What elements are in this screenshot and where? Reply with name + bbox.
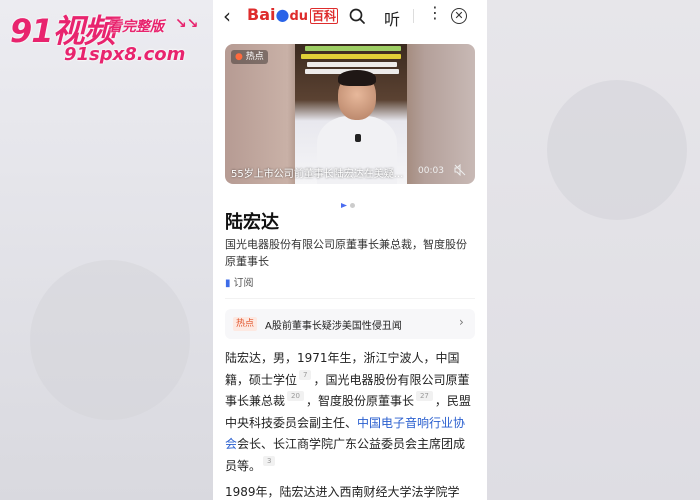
video-player[interactable]: ● 热点 55岁上市公司前董事长陆宏达在美疑... 00:03 (225, 44, 475, 184)
subscribe-label: 订阅 (233, 278, 254, 289)
logo-du: du (289, 9, 309, 24)
watermark-url: 91spx8.com (64, 44, 186, 65)
close-icon[interactable]: ✕ (451, 8, 467, 24)
fire-icon: ● (235, 52, 243, 62)
chevron-right-icon: › (459, 315, 464, 329)
search-icon[interactable] (349, 8, 365, 24)
carousel-dot[interactable] (350, 203, 355, 208)
background-blob (30, 260, 190, 420)
carousel-dot-active[interactable] (341, 203, 347, 208)
video-microphone (355, 134, 361, 142)
reference-marker[interactable]: 3 (263, 455, 276, 466)
video-person-hair (338, 70, 376, 86)
video-hot-tag: ● 热点 (231, 50, 268, 64)
carousel-dots[interactable] (341, 193, 358, 212)
back-icon[interactable]: ‹ (223, 6, 231, 26)
watermark-arrows-icon: ↘↘ (175, 16, 199, 32)
baike-page: ‹ Bai●du 百科 听 ⋮ ✕ ● 热点 55岁上市公司前董事长陆宏达在美疑.… (213, 0, 487, 500)
hot-news-text: A股前董事长疑涉美国性侵丑闻 (265, 321, 402, 332)
listen-button[interactable]: 听 (384, 6, 400, 30)
summary-text: 会长、长江商学院广东公益委员会主席团成员等。 (225, 437, 466, 473)
background-right (487, 0, 700, 500)
background-left (0, 0, 213, 500)
summary-text: ，智度股份原董事长 (305, 394, 414, 408)
mute-icon[interactable] (454, 163, 466, 179)
watermark-tag: 看完整版 (108, 19, 164, 35)
top-bar: ‹ Bai●du 百科 听 ⋮ ✕ (213, 0, 487, 34)
summary-paragraph: 陆宏达，男，1971年生，浙江宁波人，中国籍，硕士学位 7 ，国光电器股份有限公司原… (225, 348, 477, 477)
reference-marker[interactable]: 27 (415, 391, 433, 401)
baidu-baike-logo[interactable]: Bai●du 百科 (247, 5, 339, 24)
hot-news-bar[interactable]: 热点 A股前董事长疑涉美国性侵丑闻 › (225, 309, 475, 339)
video-time: 00:03 (418, 166, 444, 176)
bookmark-icon: ▮ (225, 278, 231, 289)
toolbar-divider (413, 9, 414, 23)
video-caption-line (305, 46, 401, 51)
video-caption-line (301, 54, 401, 59)
biography-paragraph: 1989年，陆宏达进入西南财经大学法学院学 (225, 485, 460, 499)
video-caption-line (307, 62, 397, 67)
watermark[interactable]: 91视频 看完整版 ↘↘ 91spx8.com (8, 6, 198, 66)
video-hot-label: 热点 (245, 52, 264, 62)
mute-icon-graphic (454, 163, 466, 177)
subscribe-button[interactable]: ▮ 订阅 (225, 274, 254, 289)
background-blob (547, 80, 687, 220)
reference-marker[interactable]: 20 (287, 391, 304, 401)
more-icon[interactable]: ⋮ (427, 5, 443, 21)
logo-baike: 百科 (310, 8, 339, 24)
divider (225, 298, 475, 299)
video-title: 55岁上市公司前董事长陆宏达在美疑... (231, 169, 404, 180)
paw-icon: ● (275, 5, 290, 24)
hot-news-tag: 热点 (233, 317, 258, 331)
reference-marker[interactable]: 7 (299, 369, 312, 380)
logo-bai: Bai (247, 5, 276, 24)
entry-name: 陆宏达 (225, 212, 279, 233)
entry-subtitle: 国光电器股份有限公司原董事长兼总裁，智度股份原董事长 (225, 238, 467, 268)
